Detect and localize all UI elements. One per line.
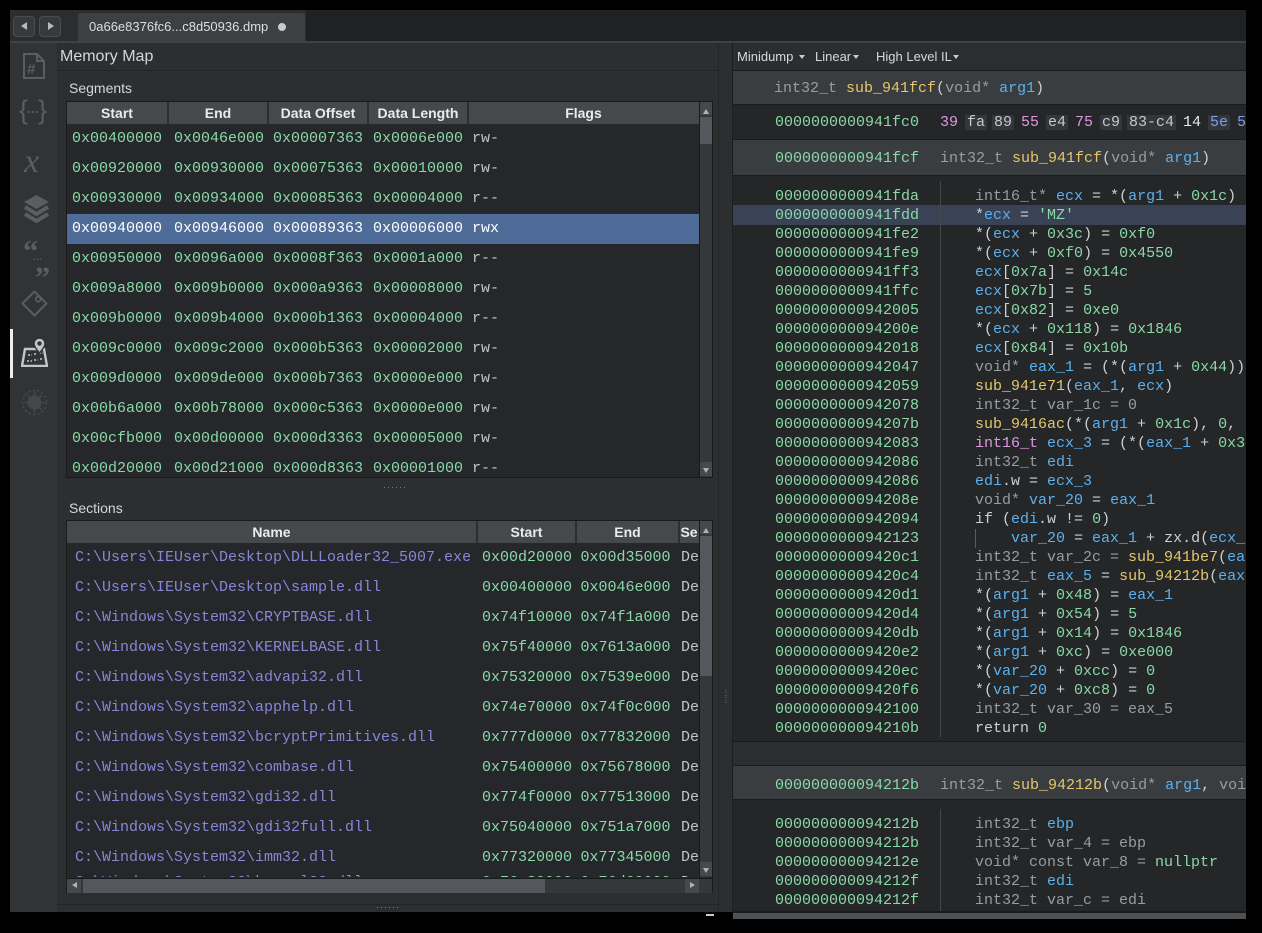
svg-text:#: # xyxy=(27,61,36,78)
